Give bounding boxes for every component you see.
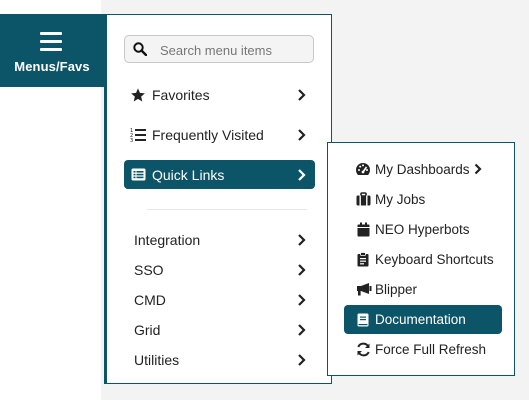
menu-item-label: SSO bbox=[134, 262, 164, 278]
chevron-right-icon bbox=[295, 168, 309, 182]
chevron-right-icon bbox=[295, 293, 309, 307]
menus-favs-label: Menus/Favs bbox=[14, 59, 90, 74]
quick-link-keyboard-shortcuts[interactable]: Keyboard Shortcuts bbox=[344, 245, 502, 273]
book-icon bbox=[354, 311, 372, 329]
chevron-right-icon bbox=[295, 128, 309, 142]
menu-item-sso[interactable]: SSO bbox=[124, 256, 315, 284]
menus-favs-button[interactable]: Menus/Favs bbox=[0, 14, 104, 87]
menu-item-label: Quick Links bbox=[152, 166, 225, 183]
menu-item-label: Grid bbox=[134, 322, 161, 338]
dashboard-icon bbox=[354, 160, 372, 178]
chevron-right-icon bbox=[295, 88, 309, 102]
menu-item-label: Utilities bbox=[134, 352, 180, 368]
quick-link-my-dashboards[interactable]: My Dashboards bbox=[344, 155, 502, 183]
chevron-right-icon bbox=[295, 233, 309, 247]
menu-item-quick-links[interactable]: Quick Links bbox=[124, 160, 315, 189]
chevron-right-icon bbox=[295, 263, 309, 277]
quick-link-label: Force Full Refresh bbox=[375, 341, 487, 357]
menu-divider bbox=[147, 209, 307, 210]
quick-link-label: Blipper bbox=[375, 281, 418, 297]
menu-item-cmd[interactable]: CMD bbox=[124, 286, 315, 314]
ordered-list-icon: 1 2 3 bbox=[129, 126, 147, 144]
menu-item-frequently-visited[interactable]: 1 2 3 Frequently Visited bbox=[124, 121, 315, 149]
quick-link-neo-hyperbots[interactable]: NEO Hyperbots bbox=[344, 215, 502, 243]
quick-link-documentation[interactable]: Documentation bbox=[344, 305, 502, 334]
hamburger-icon bbox=[40, 32, 62, 56]
clipboard-icon bbox=[354, 250, 372, 268]
search-box[interactable] bbox=[124, 35, 314, 63]
chevron-right-icon bbox=[295, 353, 309, 367]
menu-item-label: CMD bbox=[134, 292, 166, 308]
menu-item-favorites[interactable]: Favorites bbox=[124, 81, 315, 109]
star-icon bbox=[129, 86, 147, 104]
menu-item-label: Favorites bbox=[152, 87, 210, 103]
menu-item-integration[interactable]: Integration bbox=[124, 226, 315, 254]
quick-link-label: My Jobs bbox=[375, 191, 426, 207]
menu-item-label: Frequently Visited bbox=[152, 127, 264, 143]
search-icon bbox=[133, 42, 148, 57]
chevron-right-icon bbox=[295, 323, 309, 337]
quick-link-my-jobs[interactable]: My Jobs bbox=[344, 185, 502, 213]
svg-text:3: 3 bbox=[130, 138, 133, 143]
quick-link-label: My Dashboards bbox=[375, 161, 470, 177]
quick-link-label: NEO Hyperbots bbox=[375, 221, 470, 237]
quick-link-label: Documentation bbox=[375, 312, 466, 327]
calendar-icon bbox=[354, 220, 372, 238]
list-box-icon bbox=[129, 166, 147, 184]
quick-link-force-full-refresh[interactable]: Force Full Refresh bbox=[344, 335, 502, 363]
refresh-icon bbox=[354, 340, 372, 358]
main-menu-panel: Favorites 1 2 3 Frequently Visited bbox=[104, 14, 332, 384]
megaphone-icon bbox=[354, 280, 372, 298]
quick-link-blipper[interactable]: Blipper bbox=[344, 275, 502, 303]
search-input[interactable] bbox=[158, 40, 312, 60]
briefcase-icon bbox=[354, 190, 372, 208]
quick-links-submenu: My Dashboards My Jobs NEO Hyperbots Keyb… bbox=[327, 142, 515, 376]
chevron-right-icon bbox=[474, 163, 486, 175]
quick-link-label: Keyboard Shortcuts bbox=[375, 251, 494, 267]
menu-item-grid[interactable]: Grid bbox=[124, 316, 315, 344]
menu-item-label: Integration bbox=[134, 232, 201, 248]
menu-item-utilities[interactable]: Utilities bbox=[124, 346, 315, 374]
